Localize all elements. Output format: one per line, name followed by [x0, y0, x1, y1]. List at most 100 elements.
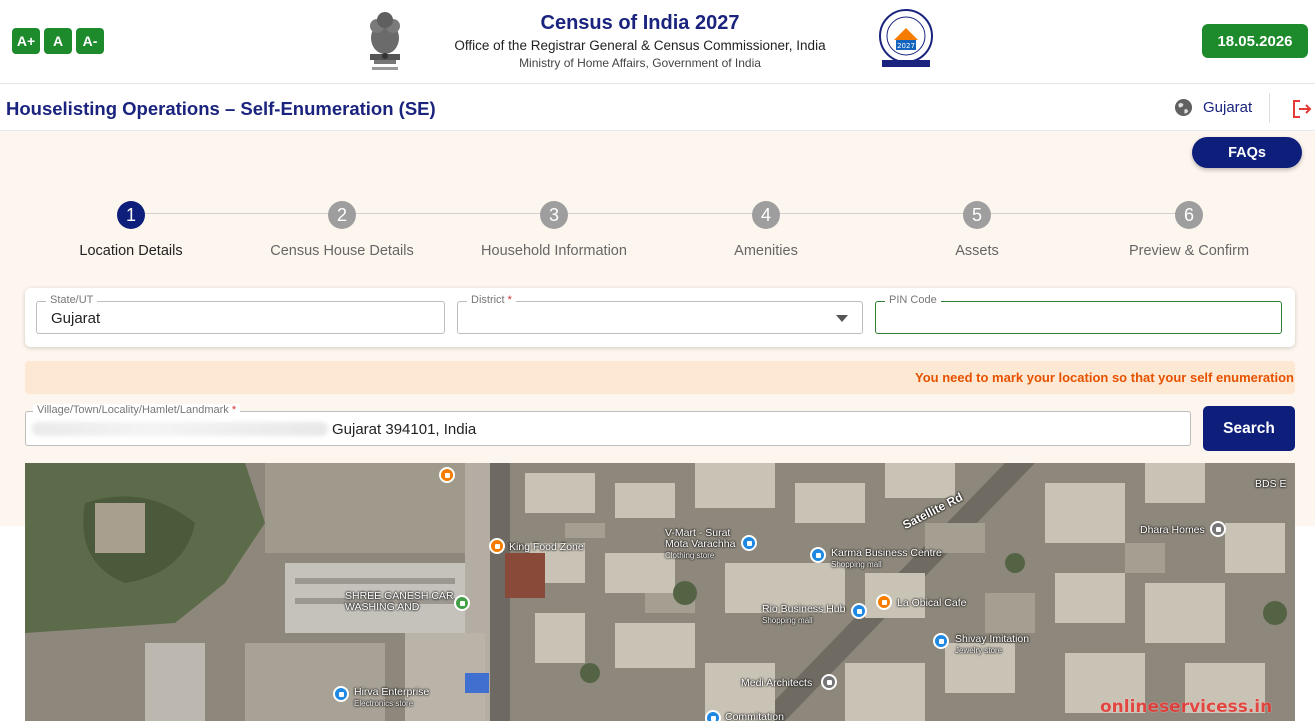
place-category: Jewelry store [955, 646, 1003, 655]
step-label: Amenities [734, 243, 798, 259]
state-name: Gujarat [1203, 99, 1253, 116]
shopping-pin-icon[interactable] [705, 710, 721, 721]
shopping-pin-icon[interactable] [851, 603, 867, 619]
district-label-text: District [471, 294, 505, 306]
restaurant-pin-icon[interactable] [439, 467, 455, 483]
step-number: 6 [1175, 201, 1203, 229]
place-name: Shivay Imitation [955, 633, 1030, 645]
place-name: King Food Zone [509, 541, 584, 553]
place-name: La Obical Cafe [897, 597, 967, 609]
required-marker: * [507, 294, 512, 306]
map-place-label: Medi Architects [741, 678, 812, 689]
required-marker: * [231, 404, 237, 416]
village-value: Gujarat 394101, India [332, 421, 477, 438]
district-field-label: District * [467, 294, 516, 306]
place-category: Electronics store [354, 699, 414, 708]
step-number: 2 [328, 201, 356, 229]
step-location-details[interactable]: 1 Location Details [21, 201, 241, 259]
font-increase-button[interactable]: A+ [12, 28, 40, 54]
place-name: BDS E [1255, 478, 1287, 490]
step-number: 3 [540, 201, 568, 229]
place-category: Shopping mall [831, 560, 882, 569]
state-field-value: Gujarat [51, 310, 101, 327]
watermark-text: onlineservicess.in [1100, 697, 1273, 717]
step-label: Preview & Confirm [1128, 243, 1250, 259]
place-name: Hirva Enterprise [354, 686, 430, 698]
step-number: 1 [117, 201, 145, 229]
place-name: Rio Business Hub [762, 603, 846, 615]
map-place-label: SHREE GANESH CAR WASHING AND [345, 591, 455, 613]
blurred-address [32, 422, 328, 436]
font-decrease-button[interactable]: A- [76, 28, 104, 54]
shopping-pin-icon[interactable] [933, 633, 949, 649]
map-place-label: Commitation [725, 712, 784, 721]
pin-code-input[interactable]: PIN Code [875, 294, 1282, 334]
map-place-label: Hirva Enterprise Electronics store [354, 687, 429, 709]
place-pin-icon[interactable] [821, 674, 837, 690]
map-place-label: King Food Zone [509, 542, 584, 553]
globe-icon [1174, 98, 1193, 117]
step-label: Census House Details [270, 243, 414, 259]
warning-text: You need to mark your location so that y… [915, 370, 1295, 385]
step-preview-confirm[interactable]: 6 Preview & Confirm [1079, 201, 1299, 259]
district-dropdown[interactable]: District * [457, 294, 863, 334]
top-header: A+ A A- Census of India 2027 Office of t… [0, 0, 1315, 84]
step-label: Location Details [79, 243, 183, 259]
site-title: Census of India 2027 [540, 12, 740, 34]
place-name: Dhara Homes [1140, 524, 1205, 536]
place-category: Clothing store [665, 551, 715, 560]
site-subtitle: Office of the Registrar General & Census… [454, 38, 826, 53]
satellite-imagery [25, 463, 1295, 721]
step-label: Household Information [481, 243, 627, 259]
village-field-label: Village/Town/Locality/Hamlet/Landmark * [33, 404, 241, 416]
step-census-house-details[interactable]: 2 Census House Details [232, 201, 452, 259]
font-reset-button[interactable]: A [44, 28, 72, 54]
chevron-down-icon [836, 315, 848, 322]
step-assets[interactable]: 5 Assets [867, 201, 1087, 259]
step-number: 4 [752, 201, 780, 229]
restaurant-pin-icon[interactable] [489, 538, 505, 554]
header-text: Census of India 2027 Office of the Regis… [420, 12, 860, 70]
search-button[interactable]: Search [1203, 406, 1295, 451]
census-logo-year: 2027 [897, 42, 915, 50]
pin-field-label: PIN Code [885, 294, 941, 306]
place-name: SHREE GANESH CAR WASHING AND [345, 590, 454, 613]
map-place-label: BDS E [1255, 479, 1287, 490]
state-selector[interactable]: Gujarat [1174, 98, 1252, 117]
sub-header: Houselisting Operations – Self-Enumerati… [0, 85, 1315, 131]
location-warning-banner: You need to mark your location so that y… [25, 361, 1295, 394]
place-pin-icon[interactable] [1210, 521, 1226, 537]
place-category: Shopping mall [762, 616, 813, 625]
location-map[interactable]: Satellite Rd King Food Zone V-Mart - Sur… [25, 463, 1295, 721]
step-label: Assets [955, 243, 999, 259]
shopping-pin-icon[interactable] [741, 535, 757, 551]
map-place-label: La Obical Cafe [897, 598, 966, 609]
ministry-name: Ministry of Home Affairs, Government of … [519, 56, 761, 70]
national-emblem-icon [370, 12, 400, 70]
shopping-pin-icon[interactable] [333, 686, 349, 702]
village-label-text: Village/Town/Locality/Hamlet/Landmark [37, 404, 229, 416]
census-logo-icon: 2027 [879, 9, 933, 67]
location-form-card: State/UT Gujarat District * PIN Code [25, 288, 1295, 347]
state-field[interactable]: State/UT Gujarat [36, 294, 445, 334]
font-size-controls: A+ A A- [12, 28, 104, 54]
header-divider [1269, 93, 1270, 123]
village-input[interactable]: Village/Town/Locality/Hamlet/Landmark * … [25, 404, 1191, 446]
place-name: Karma Business Centre [831, 547, 942, 559]
page-title: Houselisting Operations – Self-Enumerati… [6, 98, 436, 119]
map-place-label: Shivay Imitation Jewelry store [955, 634, 1029, 656]
faqs-button[interactable]: FAQs [1192, 137, 1302, 168]
step-amenities[interactable]: 4 Amenities [656, 201, 876, 259]
car-wash-pin-icon[interactable] [454, 595, 470, 611]
state-field-label: State/UT [46, 294, 98, 306]
map-place-label: Karma Business Centre Shopping mall [831, 548, 942, 570]
place-name: V-Mart - Surat Mota Varachha [665, 527, 736, 550]
date-badge: 18.05.2026 [1202, 24, 1308, 58]
map-place-label: Rio Business Hub Shopping mall [762, 604, 845, 626]
cafe-pin-icon[interactable] [876, 594, 892, 610]
shopping-pin-icon[interactable] [810, 547, 826, 563]
place-name: Commitation [725, 711, 784, 721]
step-household-information[interactable]: 3 Household Information [444, 201, 664, 259]
logout-icon[interactable] [1292, 99, 1312, 119]
map-place-label: Dhara Homes [1140, 525, 1205, 536]
